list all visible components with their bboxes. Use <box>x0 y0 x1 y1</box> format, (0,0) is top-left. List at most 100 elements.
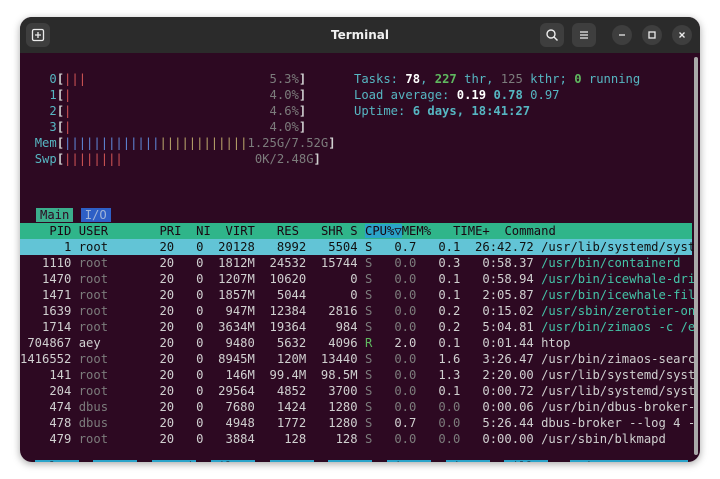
cell-command: /usr/bin/containerd <box>541 256 696 270</box>
cell-command: /usr/bin/zimaos -c /e <box>541 320 696 334</box>
table-row[interactable]: 204 root 20 0 29564 4852 3700 S 0.0 0.1 … <box>20 383 695 399</box>
table-row[interactable]: 478 dbus 20 0 4948 1772 1280 S 0.7 0.0 5… <box>20 415 695 431</box>
fkey-f2[interactable]: F2 <box>79 460 94 462</box>
cell-pid: 1110 <box>20 256 72 270</box>
cell-mem: 1.6 <box>423 352 461 366</box>
cell-res: 5044 <box>262 288 307 302</box>
cell-shr: 2816 <box>313 304 358 318</box>
scrollbar[interactable] <box>694 57 698 455</box>
cell-s: S <box>364 352 373 366</box>
cell-s: S <box>364 304 373 318</box>
maximize-icon[interactable] <box>642 25 662 45</box>
cell-ni: 0 <box>181 400 204 414</box>
cell-command: /usr/lib/systemd/syst <box>541 240 696 254</box>
cell-cpu: 0.0 <box>379 400 417 414</box>
cell-user: root <box>78 256 145 270</box>
cell-ni: 0 <box>181 336 204 350</box>
cell-s: S <box>364 432 373 446</box>
cell-time: 0:58.94 <box>467 272 534 286</box>
cell-virt: 3634M <box>210 320 255 334</box>
cell-res: 120M <box>262 352 307 366</box>
table-row[interactable]: 1470 root 20 0 1207M 10620 0 S 0.0 0.1 0… <box>20 271 695 287</box>
cell-pid: 704867 <box>20 336 72 350</box>
cell-s: S <box>364 272 373 286</box>
table-row[interactable]: 1110 root 20 0 1812M 24532 15744 S 0.0 0… <box>20 255 695 271</box>
cell-time: 0:01.44 <box>467 336 534 350</box>
table-row[interactable]: 1714 root 20 0 3634M 19364 984 S 0.0 0.2… <box>20 319 695 335</box>
cell-cpu: 0.0 <box>379 288 417 302</box>
fkey-label[interactable]: Search <box>152 460 197 462</box>
sort-column-cpu[interactable]: CPU%▽ <box>364 224 402 238</box>
cell-pid: 141 <box>20 368 72 382</box>
cpu-meter-1: 1[| 4.0%] <box>49 88 307 102</box>
cell-virt: 7680 <box>210 400 255 414</box>
fkey-label[interactable]: Setup <box>93 460 138 462</box>
htop-terminal[interactable]: 0[||| 5.3%] 1[| 4.0%] 2[| 4.6%] 3[| 4.0%… <box>20 53 696 462</box>
fkey-f6[interactable]: F6 <box>314 460 329 462</box>
table-row[interactable]: 704867 aey 20 0 9480 5632 4096 R 2.0 0.1… <box>20 335 695 351</box>
title-bar: Terminal <box>20 17 700 53</box>
fkey-f8[interactable]: F8 <box>431 460 446 462</box>
table-row[interactable]: 1416552 root 20 0 8945M 120M 13440 S 0.0… <box>20 351 695 367</box>
fkey-label[interactable]: Quit <box>570 460 688 462</box>
table-row[interactable]: 474 dbus 20 0 7680 1424 1280 S 0.0 0.0 0… <box>20 399 695 415</box>
fkey-f9[interactable]: F9 <box>490 460 505 462</box>
fkey-f7[interactable]: F7 <box>372 460 387 462</box>
table-row[interactable]: 1639 root 20 0 947M 12384 2816 S 0.0 0.2… <box>20 303 695 319</box>
fkey-label[interactable]: Tree <box>269 460 314 462</box>
cell-cpu: 0.7 <box>379 240 417 254</box>
cell-ni: 0 <box>181 240 204 254</box>
cell-virt: 1857M <box>210 288 255 302</box>
table-row[interactable]: 1 root 20 0 20128 8992 5504 S 0.7 0.1 26… <box>20 239 696 255</box>
cell-pid: 1714 <box>20 320 72 334</box>
fkey-label[interactable]: Nice + <box>445 460 490 462</box>
fkey-label[interactable]: Nice - <box>387 460 432 462</box>
fkey-label[interactable]: Help <box>34 460 79 462</box>
cell-pri: 20 <box>144 432 175 446</box>
hamburger-menu-icon[interactable] <box>572 23 596 47</box>
cell-pid: 1471 <box>20 288 72 302</box>
cell-time: 2:20.00 <box>467 368 534 382</box>
cell-pri: 20 <box>144 368 175 382</box>
cell-mem: 0.2 <box>423 320 461 334</box>
table-row[interactable]: 1471 root 20 0 1857M 5044 0 S 0.0 0.1 2:… <box>20 287 695 303</box>
cell-time: 0:00.06 <box>467 400 534 414</box>
cell-cpu: 0.0 <box>379 272 417 286</box>
cell-cpu: 0.0 <box>379 320 417 334</box>
cell-shr: 98.5M <box>313 368 358 382</box>
fkey-label[interactable]: SortBy <box>328 460 373 462</box>
cell-s: R <box>364 336 373 350</box>
cell-res: 4852 <box>262 384 307 398</box>
cell-s: S <box>364 288 373 302</box>
cell-shr: 984 <box>313 320 358 334</box>
fkey-f10[interactable]: F10 <box>548 460 570 462</box>
table-row[interactable]: 479 root 20 0 3884 128 128 S 0.0 0.0 0:0… <box>20 431 695 447</box>
fkey-f4[interactable]: F4 <box>196 460 211 462</box>
cell-user: root <box>78 272 145 286</box>
cell-pri: 20 <box>144 240 175 254</box>
minimize-icon[interactable] <box>612 25 632 45</box>
fkey-f1[interactable]: F1 <box>20 460 35 462</box>
cell-mem: 0.1 <box>423 336 461 350</box>
cell-ni: 0 <box>181 320 204 334</box>
cell-virt: 947M <box>210 304 255 318</box>
cell-ni: 0 <box>181 272 204 286</box>
cell-res: 128 <box>262 432 307 446</box>
fkey-label[interactable]: Filter <box>210 460 255 462</box>
cell-pid: 1 <box>20 240 72 254</box>
fkey-f5[interactable]: F5 <box>255 460 270 462</box>
cell-user: root <box>78 240 145 254</box>
cell-mem: 0.0 <box>423 432 461 446</box>
fkey-f3[interactable]: F3 <box>137 460 152 462</box>
cell-ni: 0 <box>181 384 204 398</box>
tab-main[interactable]: Main <box>36 208 74 222</box>
fkey-label[interactable]: Kill <box>504 460 549 462</box>
close-icon[interactable] <box>672 25 692 45</box>
cell-mem: 1.3 <box>423 368 461 382</box>
tab-io[interactable]: I/O <box>80 208 111 222</box>
uptime: Uptime: 6 days, 18:41:27 <box>354 104 531 118</box>
tasks-info: Tasks: 78, 227 thr, 125 kthr; 0 running <box>354 72 641 86</box>
mem-meter: Mem[|||||||||||||||||||||||||1.25G/7.52G… <box>34 136 336 150</box>
table-row[interactable]: 141 root 20 0 146M 99.4M 98.5M S 0.0 1.3… <box>20 367 695 383</box>
search-icon[interactable] <box>540 23 564 47</box>
